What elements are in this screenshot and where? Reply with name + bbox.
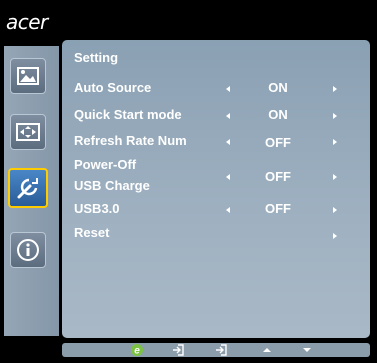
acer-logo: acer	[6, 10, 48, 34]
tab-settings[interactable]	[8, 168, 48, 208]
menu-item-label-line2: USB Charge	[74, 178, 150, 193]
decrease-arrow-icon[interactable]	[226, 139, 230, 145]
menu-row-quick-start-mode[interactable]: Quick Start mode ON	[62, 104, 370, 124]
e-key-button[interactable]: e	[130, 343, 144, 357]
button-guide-bar: e	[62, 343, 370, 357]
decrease-arrow-icon[interactable]	[226, 174, 230, 180]
picture-icon	[17, 67, 39, 85]
menu-item-value: ON	[268, 80, 288, 95]
menu-row-usb3[interactable]: USB3.0 OFF	[62, 198, 370, 218]
input-icon	[216, 344, 227, 356]
increase-arrow-icon[interactable]	[333, 86, 337, 92]
tab-picture[interactable]	[10, 58, 46, 94]
menu-item-label: Refresh Rate Num	[74, 133, 187, 148]
input-button-1[interactable]	[172, 343, 186, 357]
wrench-settings-icon	[17, 178, 38, 199]
up-arrow-icon	[263, 348, 271, 352]
menu-item-value: ON	[268, 107, 288, 122]
menu-item-label: Reset	[74, 225, 110, 240]
input-icon	[173, 344, 184, 356]
enter-arrow-icon[interactable]	[333, 233, 337, 239]
menu-item-value: OFF	[265, 169, 291, 184]
menu-item-label: Auto Source	[74, 80, 152, 95]
increase-arrow-icon[interactable]	[333, 174, 337, 180]
increase-arrow-icon[interactable]	[333, 207, 337, 213]
info-icon	[17, 239, 39, 261]
category-sidebar	[4, 46, 59, 336]
menu-item-label: Quick Start mode	[74, 107, 182, 122]
menu-row-refresh-rate-num[interactable]: Refresh Rate Num OFF	[62, 130, 370, 150]
svg-text:e: e	[134, 346, 140, 357]
menu-item-value: OFF	[265, 201, 291, 216]
settings-panel: Setting Auto Source ON Quick Start mode …	[62, 40, 370, 338]
input-button-2[interactable]	[215, 343, 229, 357]
display-position-icon	[16, 123, 40, 141]
decrease-arrow-icon[interactable]	[226, 86, 230, 92]
monitor-osd-menu: acer Setting Auto Source ON Quick Start …	[0, 0, 377, 363]
menu-item-label-line1: Power-Off	[74, 157, 137, 172]
menu-row-auto-source[interactable]: Auto Source ON	[62, 77, 370, 97]
down-button[interactable]	[300, 343, 314, 357]
decrease-arrow-icon[interactable]	[226, 207, 230, 213]
tab-information[interactable]	[10, 232, 46, 268]
panel-title: Setting	[74, 50, 119, 65]
menu-item-label: USB3.0	[74, 201, 120, 216]
e-key-icon: e	[131, 344, 143, 357]
increase-arrow-icon[interactable]	[333, 113, 337, 119]
menu-row-reset[interactable]: Reset	[62, 222, 370, 242]
menu-item-value: OFF	[265, 135, 291, 150]
menu-row-power-off-usb-charge[interactable]: Power-Off USB Charge OFF	[62, 154, 370, 194]
decrease-arrow-icon[interactable]	[226, 113, 230, 119]
increase-arrow-icon[interactable]	[333, 139, 337, 145]
up-button[interactable]	[260, 343, 274, 357]
down-arrow-icon	[303, 348, 311, 352]
tab-display-position[interactable]	[10, 114, 46, 150]
